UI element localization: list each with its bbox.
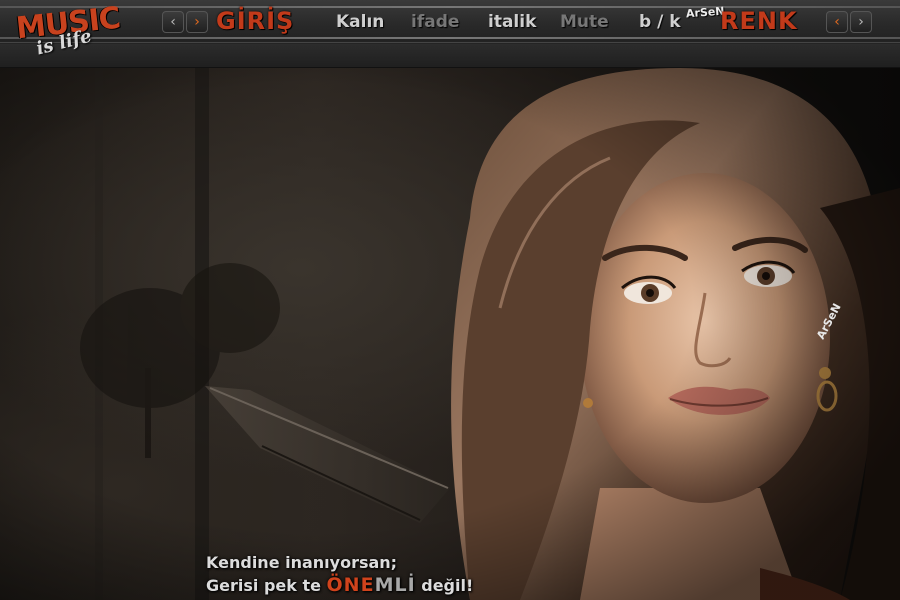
quote-line-2-start: Gerisi pek te — [206, 576, 327, 595]
menu-italik[interactable]: italik — [488, 10, 536, 34]
chevron-right-icon: › — [194, 14, 200, 30]
chevron-right-icon: › — [858, 14, 864, 30]
top-toolbar: MUSIC is life ‹ › GİRİŞ Kalın ifade ital… — [0, 0, 900, 68]
vignette-overlay — [0, 68, 900, 600]
background-scene: ArSeN Kendine inanıyorsan; Gerisi pek te… — [0, 68, 900, 600]
next-button[interactable]: › — [186, 11, 208, 33]
scene-artwork: ArSeN — [0, 68, 900, 600]
quote-highlight-2: MLİ — [374, 574, 416, 596]
menu-renk[interactable]: RENK — [720, 6, 798, 36]
quote-line-2-end: değil! — [415, 576, 474, 595]
quote-line-1: Kendine inanıyorsan; — [206, 553, 398, 572]
music-is-life-logo: MUSIC is life — [10, 1, 160, 64]
chevron-left-icon: ‹ — [834, 14, 840, 30]
quote-text: Kendine inanıyorsan; Gerisi pek te ÖNEML… — [206, 552, 473, 597]
prev-button-right[interactable]: ‹ — [826, 11, 848, 33]
prev-button[interactable]: ‹ — [162, 11, 184, 33]
menu-bk[interactable]: b / k — [639, 10, 681, 34]
menu-kalin[interactable]: Kalın — [336, 10, 384, 34]
menu-mute[interactable]: Mute — [560, 10, 609, 34]
quote-highlight-1: ÖNE — [326, 574, 375, 596]
chevron-left-icon: ‹ — [170, 14, 176, 30]
quote-line-2: Gerisi pek te ÖNEMLİ değil! — [206, 574, 473, 597]
menu-giris[interactable]: GİRİŞ — [216, 6, 294, 36]
menu-ifade[interactable]: ifade — [411, 10, 459, 34]
next-button-right[interactable]: › — [850, 11, 872, 33]
